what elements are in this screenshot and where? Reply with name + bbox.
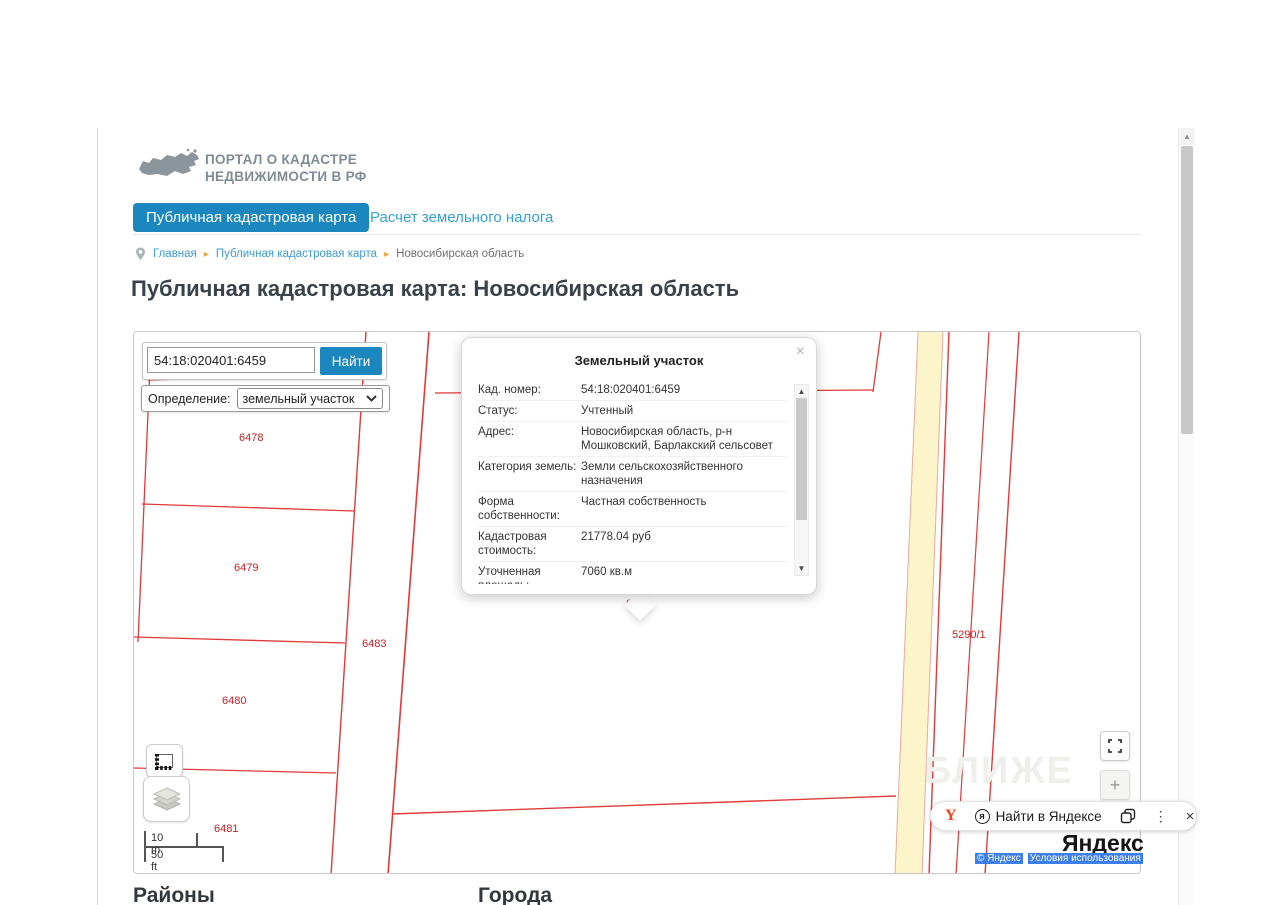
popup-row: Кадастровая стоимость:21778.04 руб — [478, 527, 788, 562]
scroll-down-icon[interactable]: ▼ — [795, 564, 808, 573]
districts-heading: Районы — [133, 884, 215, 905]
parcel-info-popup: × Земельный участок Кад. номер:54:18:020… — [461, 337, 817, 595]
more-options-icon[interactable]: ⋮ — [1145, 802, 1177, 830]
search-button[interactable]: Найти — [320, 347, 382, 375]
page-left-border — [97, 128, 98, 905]
fullscreen-button[interactable] — [1100, 731, 1130, 761]
search-input[interactable] — [147, 347, 315, 373]
measure-button[interactable] — [146, 744, 183, 778]
breadcrumb-map[interactable]: Публичная кадастровая карта — [216, 248, 377, 260]
popup-scrollbar[interactable]: ▲ ▼ — [794, 384, 809, 576]
map-search-panel: Найти — [142, 342, 387, 380]
copyright-owner[interactable]: © Яндекс — [975, 853, 1023, 864]
parcel-label[interactable]: 6479 — [234, 562, 258, 574]
parcel-label[interactable]: 6478 — [239, 432, 263, 444]
find-in-yandex-button[interactable]: я Найти в Яндексе — [966, 802, 1111, 830]
tabs-divider — [133, 234, 1141, 235]
close-icon[interactable]: × — [1177, 802, 1209, 830]
parcel-label[interactable]: 5290/1 — [952, 629, 986, 641]
zoom-hint-watermark: БЛИЖЕ — [924, 750, 1074, 793]
yandex-circle-icon: я — [975, 809, 990, 824]
popup-title: Земельный участок — [462, 353, 816, 368]
scroll-up-icon[interactable]: ▲ — [795, 387, 808, 396]
site-title-line2: НЕДВИЖИМОСТИ В РФ — [205, 168, 367, 185]
site-title: ПОРТАЛ О КАДАСТРЕ НЕДВИЖИМОСТИ В РФ — [205, 151, 367, 185]
parcel-label[interactable]: 6480 — [222, 695, 246, 707]
layers-icon — [152, 786, 182, 812]
chevron-down-icon — [366, 395, 377, 402]
popup-row: Уточненная площадь:7060 кв.м — [478, 562, 788, 584]
terms-of-use-link[interactable]: Условия использования — [1028, 853, 1143, 864]
tab-public-cadastral-map[interactable]: Публичная кадастровая карта — [133, 203, 369, 232]
scrollbar-up-arrow-icon[interactable]: ▲ — [1179, 128, 1195, 145]
definition-control: Определение: земельный участок — [141, 385, 390, 412]
cadastral-map[interactable]: БЛИЖЕ 6478 6479 6483 6480 6481 6459 5290… — [133, 331, 1141, 874]
location-pin-icon — [135, 247, 146, 261]
parcel-label[interactable]: 6483 — [362, 638, 386, 650]
popup-body: Кад. номер:54:18:020401:6459 Статус:Учте… — [478, 380, 788, 584]
popup-row: Категория земель:Земли сельскохозяйствен… — [478, 457, 788, 492]
popup-scrollbar-thumb[interactable] — [796, 398, 807, 520]
zoom-in-button[interactable]: + — [1100, 770, 1130, 800]
close-icon[interactable]: × — [796, 344, 805, 360]
definition-label: Определение: — [148, 392, 231, 406]
map-copyright: © Яндекс Условия использования — [975, 853, 1143, 864]
site-title-line1: ПОРТАЛ О КАДАСТРЕ — [205, 151, 367, 168]
copy-button[interactable] — [1111, 802, 1145, 830]
yandex-y-icon[interactable]: Y — [945, 807, 957, 825]
site-logo[interactable] — [137, 143, 201, 194]
page-scrollbar[interactable]: ▲ — [1178, 128, 1195, 905]
layers-button[interactable] — [143, 776, 190, 822]
breadcrumb-arrow-icon: ▸ — [384, 249, 389, 260]
page-title: Публичная кадастровая карта: Новосибирск… — [131, 276, 739, 302]
find-in-yandex-label: Найти в Яндексе — [996, 809, 1102, 824]
russia-map-icon — [137, 143, 201, 189]
parcel-label[interactable]: 6481 — [214, 823, 238, 835]
scale-imperial: 50 ft — [151, 849, 163, 873]
cities-heading: Города — [478, 884, 552, 905]
tab-land-tax-calc[interactable]: Расчет земельного налога — [370, 209, 553, 226]
breadcrumb-current: Новосибирская область — [396, 248, 524, 260]
fullscreen-icon — [1108, 739, 1122, 753]
page-scrollbar-thumb[interactable] — [1181, 146, 1193, 434]
popup-row: Кад. номер:54:18:020401:6459 — [478, 380, 788, 401]
definition-value: земельный участок — [243, 392, 355, 406]
popup-row: Статус:Учтенный — [478, 401, 788, 422]
popup-row: Адрес:Новосибирская область, р-н Мошковс… — [478, 422, 788, 457]
copy-icon — [1120, 808, 1136, 824]
breadcrumb-arrow-icon: ▸ — [204, 249, 209, 260]
yandex-search-bar[interactable]: Y я Найти в Яндексе ⋮ × — [930, 801, 1197, 831]
definition-select[interactable]: земельный участок — [237, 388, 383, 409]
breadcrumb: Главная ▸ Публичная кадастровая карта ▸ … — [135, 247, 524, 261]
popup-row: Форма собственности:Частная собственност… — [478, 492, 788, 527]
breadcrumb-home[interactable]: Главная — [153, 248, 197, 260]
ruler-icon — [154, 752, 175, 771]
